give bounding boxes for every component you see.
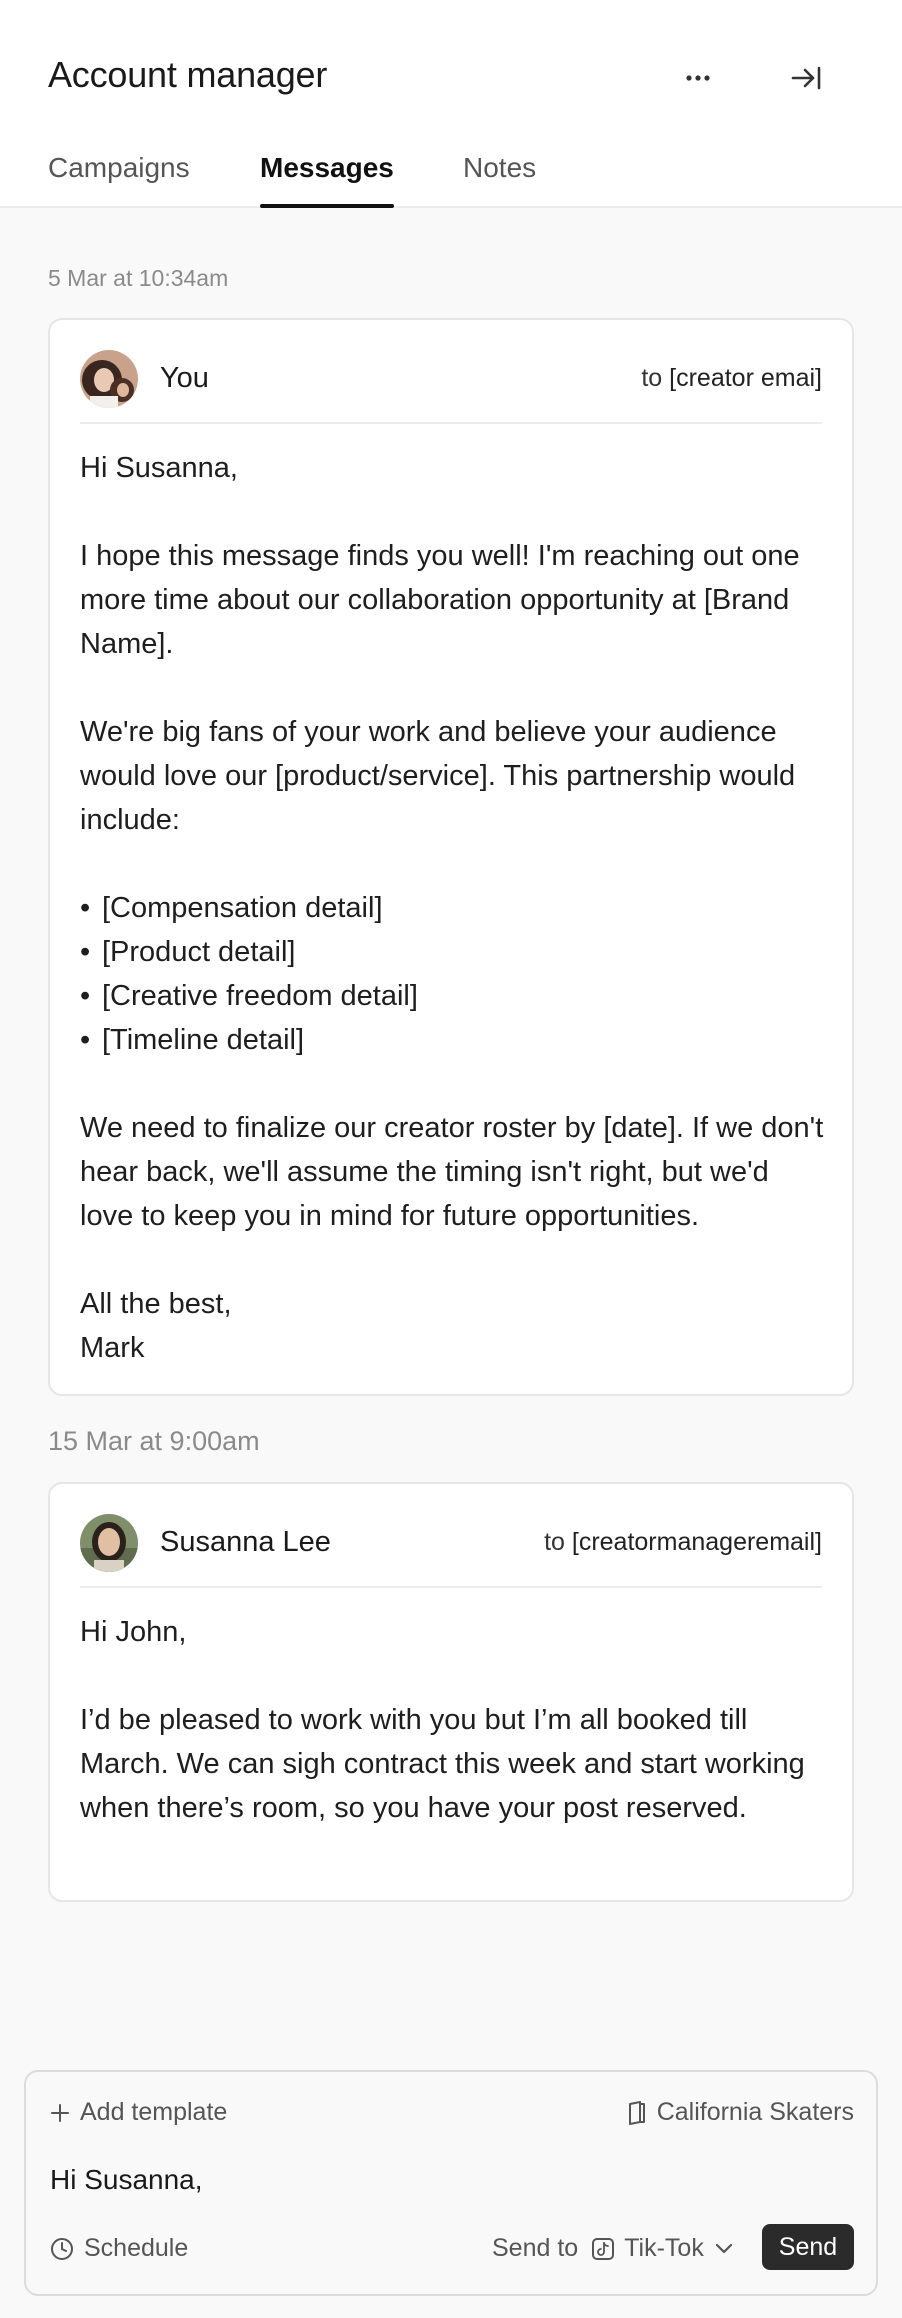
schedule-button[interactable]: Schedule [50, 2234, 188, 2263]
book-icon [628, 2100, 645, 2125]
message-header: You to [creator emai] [80, 320, 822, 424]
message-paragraph: I’d be pleased to work with you but I’m … [80, 1704, 805, 1824]
list-item: [Timeline detail] [80, 1018, 828, 1062]
brand-selector[interactable]: California Skaters [627, 2098, 854, 2127]
collapse-panel-button[interactable] [784, 56, 828, 100]
sender-name: Susanna Lee [160, 1526, 331, 1558]
send-to-label: Send to [492, 2234, 579, 2262]
more-options-button[interactable] [676, 56, 720, 100]
clock-icon [51, 2237, 73, 2260]
message-card: You to [creator emai] Hi Susanna, I hope… [48, 318, 854, 1396]
collapse-right-icon [791, 66, 821, 90]
send-to-control: Send to Tik-Tok [492, 2234, 734, 2263]
list-item: [Creative freedom detail] [80, 974, 828, 1018]
message-timestamp: 5 Mar at 10:34am [48, 265, 229, 291]
ellipsis-icon [686, 75, 710, 81]
message-paragraph: We need to finalize our creator roster b… [80, 1112, 824, 1232]
platform-dropdown[interactable]: Tik-Tok [592, 2234, 734, 2263]
tab-campaigns[interactable]: Campaigns [48, 152, 190, 208]
message-greeting: Hi Susanna, [80, 452, 238, 484]
avatar [80, 350, 138, 408]
message-card: Susanna Lee to [creatormanageremail] Hi … [48, 1482, 854, 1902]
tiktok-icon [592, 2237, 615, 2260]
recipient-email: [creator emai] [669, 364, 822, 392]
brand-label: California Skaters [656, 2098, 854, 2126]
add-template-label: Add template [80, 2098, 228, 2126]
sender-name: You [160, 362, 209, 394]
tab-messages[interactable]: Messages [260, 152, 394, 208]
list-item: [Compensation detail] [80, 886, 828, 930]
avatar [80, 1514, 138, 1572]
message-greeting: Hi John, [80, 1616, 187, 1648]
send-button[interactable]: Send [762, 2224, 854, 2270]
message-paragraph: I hope this message finds you well! I'm … [80, 540, 800, 660]
list-item: [Product detail] [80, 930, 828, 974]
message-header: Susanna Lee to [creatormanageremail] [80, 1484, 822, 1588]
schedule-label: Schedule [84, 2234, 189, 2262]
recipient-prefix: to [641, 364, 663, 392]
message-body: Hi John, I’d be pleased to work with you… [80, 1610, 828, 1830]
message-body: Hi Susanna, I hope this message finds yo… [80, 446, 828, 1370]
recipient-email: [creatormanageremail] [571, 1528, 822, 1556]
chevron-down-icon [715, 2243, 732, 2253]
tab-notes[interactable]: Notes [463, 152, 536, 208]
message-signature: Mark [80, 1332, 145, 1364]
message-bullet-list: [Compensation detail] [Product detail] [… [80, 886, 828, 1062]
recipient-prefix: to [544, 1528, 565, 1556]
message-composer: Add template California Skaters Schedule… [24, 2070, 878, 2296]
recipient: to [creatormanageremail] [544, 1528, 822, 1557]
plus-icon [51, 2103, 69, 2122]
page-title: Account manager [48, 54, 328, 95]
message-timestamp: 15 Mar at 9:00am [48, 1426, 260, 1456]
platform-label: Tik-Tok [624, 2234, 704, 2262]
compose-input[interactable] [50, 2158, 850, 2202]
message-signoff: All the best, [80, 1288, 232, 1320]
panel-header: Account manager Campaigns Messages Notes [0, 0, 902, 208]
recipient: to [creator emai] [641, 364, 822, 393]
add-template-button[interactable]: Add template [50, 2098, 227, 2127]
message-paragraph: We're big fans of your work and believe … [80, 716, 796, 836]
